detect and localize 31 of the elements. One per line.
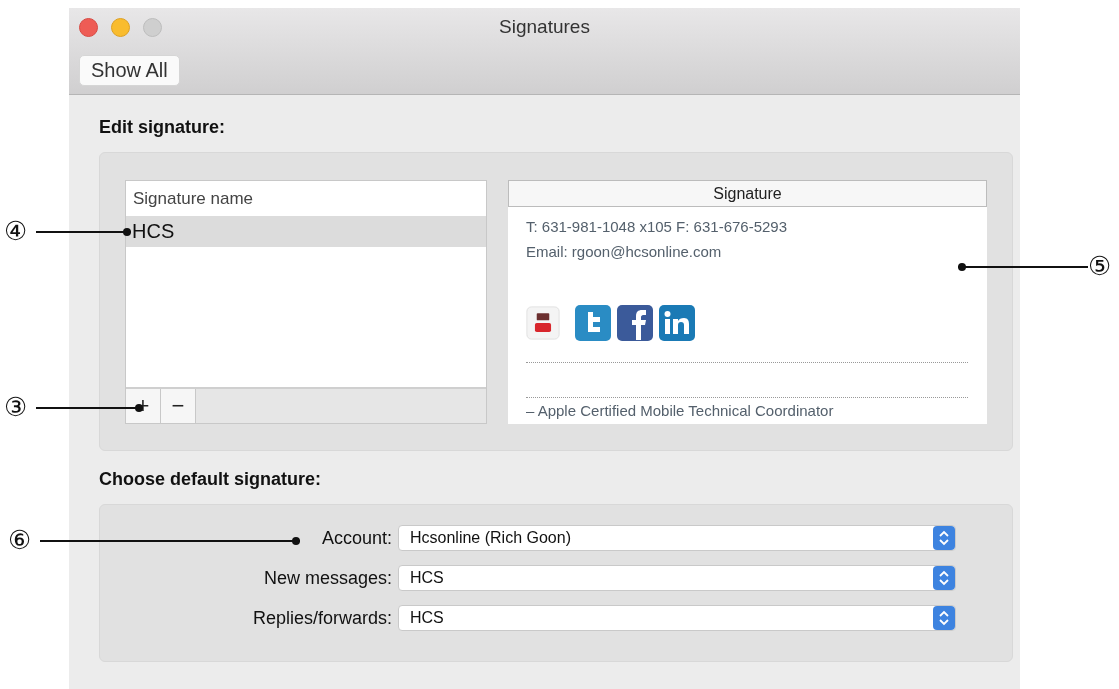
popup-menu[interactable]: Hcsonline (Rich Goon): [398, 525, 956, 551]
popup-menu[interactable]: HCS: [398, 565, 956, 591]
callout-number: ④: [4, 218, 28, 244]
popup-menu[interactable]: HCS: [398, 605, 956, 631]
show-all-button[interactable]: Show All: [79, 55, 180, 86]
field-label: Account:: [321, 527, 392, 549]
zoom-button[interactable]: [143, 17, 162, 37]
social-icon: [526, 304, 560, 342]
social-icon: [574, 304, 612, 342]
social-icon: [616, 304, 654, 342]
signature-text: – Apple Certified Mobile Technical Coordinator: [526, 402, 835, 420]
social-icon: [658, 304, 696, 342]
callout-number: ⑤: [1088, 253, 1112, 279]
signature-text: Email: rgoon@hcsonline.com: [526, 242, 723, 262]
section-heading: Edit signature:: [99, 117, 226, 138]
close-button[interactable]: [79, 17, 98, 37]
up-down-arrows-icon: [933, 606, 955, 630]
minimize-button[interactable]: [111, 17, 130, 37]
up-down-arrows-icon: [933, 526, 955, 550]
callout-number: ③: [4, 394, 28, 420]
column-header: Signature name: [132, 187, 255, 210]
section-heading: Choose default signature:: [99, 469, 323, 490]
remove-button[interactable]: −: [161, 389, 196, 423]
signature-text: T: 631-981-1048 x105 F: 631-676-5293: [526, 217, 789, 237]
field-label: Replies/forwards:: [252, 607, 392, 629]
signature-row[interactable]: HCS: [126, 216, 486, 247]
up-down-arrows-icon: [933, 566, 955, 590]
callout-number: ⑥: [8, 527, 32, 553]
field-label: New messages:: [263, 567, 392, 589]
window-title: Signatures: [499, 16, 590, 38]
column-header: Signature: [508, 180, 987, 207]
